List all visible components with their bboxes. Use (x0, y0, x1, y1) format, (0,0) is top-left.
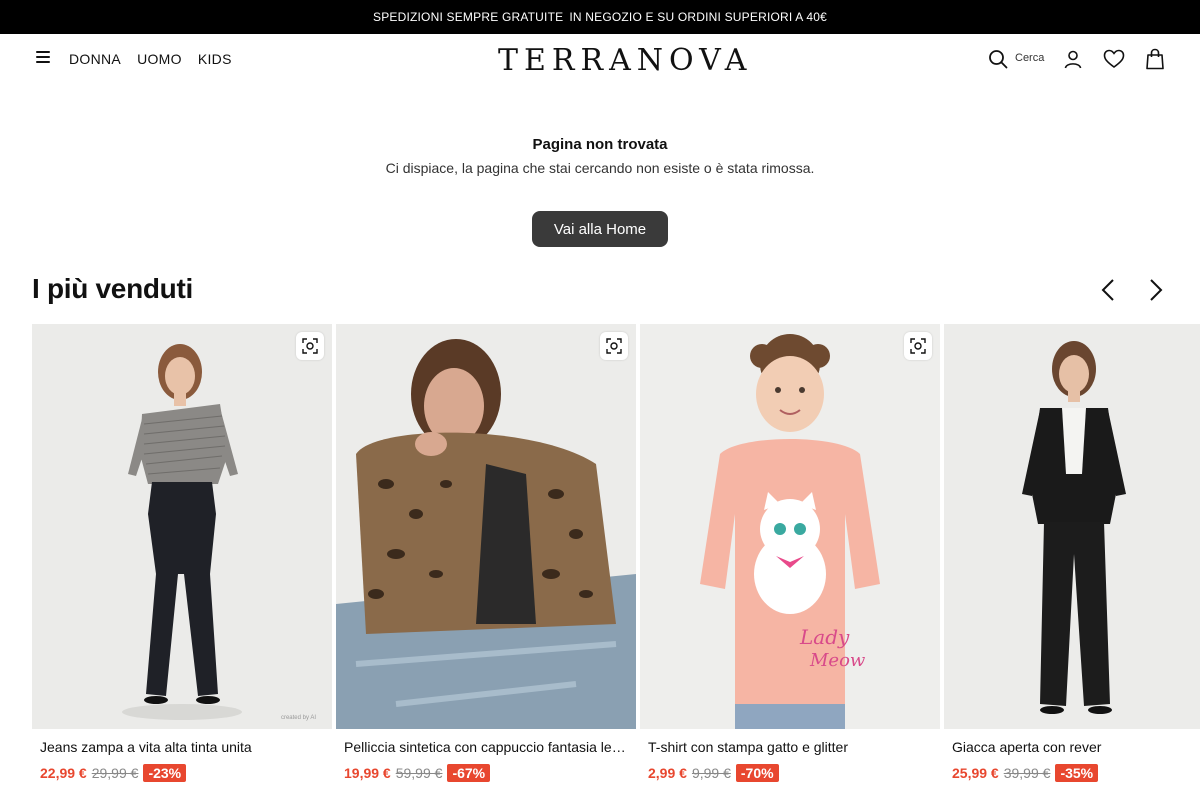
ai-note: created by AI (280, 715, 316, 721)
nav-item-donna[interactable]: DONNA (69, 51, 121, 67)
main-nav: DONNA UOMO KIDS (69, 51, 232, 67)
hamburger-menu-icon[interactable] (36, 51, 50, 65)
product-old-price: 59,99 € (395, 765, 443, 781)
product-price: 2,99 € (648, 765, 687, 781)
bestsellers-title: I più venduti (32, 273, 193, 304)
nav-item-uomo[interactable]: UOMO (137, 51, 182, 67)
discount-badge: -70% (735, 764, 779, 782)
price-row: 25,99 € 39,99 € -35% (952, 764, 1099, 782)
visual-search-icon[interactable] (600, 332, 628, 360)
not-found-message: Pagina non trovata Ci dispiace, la pagin… (0, 136, 1200, 176)
carousel-next-arrow-icon[interactable] (1142, 276, 1170, 304)
product-name[interactable]: Jeans zampa a vita alta tinta unita (40, 739, 324, 755)
product-old-price: 29,99 € (91, 765, 139, 781)
product-price: 25,99 € (952, 765, 999, 781)
account-icon[interactable] (1060, 44, 1086, 74)
product-price: 19,99 € (344, 765, 391, 781)
product-card[interactable]: Giacca aperta con rever 25,99 € 39,99 € … (944, 324, 1200, 800)
not-found-text: Ci dispiace, la pagina che stai cercando… (385, 160, 815, 176)
price-row: 22,99 € 29,99 € -23% (40, 764, 187, 782)
product-card[interactable]: created by AI Jeans zampa a vita alta ti… (32, 324, 332, 800)
discount-badge: -35% (1055, 764, 1099, 782)
product-card[interactable]: Pelliccia sintetica con cappuccio fantas… (336, 324, 636, 800)
site-header: DONNA UOMO KIDS TERRANOVA Cerca (0, 34, 1200, 86)
go-home-button[interactable]: Vai alla Home (532, 211, 668, 247)
brand-logo[interactable]: TERRANOVA (498, 43, 746, 78)
bestsellers-carousel: created by AI Jeans zampa a vita alta ti… (32, 324, 1200, 800)
heart-icon[interactable] (1101, 44, 1127, 74)
search-icon[interactable] (985, 44, 1011, 74)
product-name[interactable]: Giacca aperta con rever (952, 739, 1200, 755)
product-image[interactable] (336, 324, 636, 729)
search-label[interactable]: Cerca (1015, 52, 1044, 64)
product-old-price: 39,99 € (1003, 765, 1051, 781)
product-name[interactable]: T-shirt con stampa gatto e glitter (648, 739, 932, 755)
promo-text-shipping: SPEDIZIONI SEMPRE GRATUITE (372, 10, 564, 24)
svg-text:Lady: Lady (799, 625, 850, 649)
product-name[interactable]: Pelliccia sintetica con cappuccio fantas… (344, 739, 628, 755)
nav-item-kids[interactable]: KIDS (198, 51, 232, 67)
product-price: 22,99 € (40, 765, 87, 781)
discount-badge: -23% (143, 764, 187, 782)
visual-search-icon[interactable] (296, 332, 324, 360)
price-row: 2,99 € 9,99 € -70% (648, 764, 779, 782)
product-image[interactable]: created by AI (32, 324, 332, 729)
promo-bar: SPEDIZIONI SEMPRE GRATUITE IN NEGOZIO E … (0, 0, 1200, 34)
product-card[interactable]: Lady Meow T-shirt con stampa gatto e gli… (640, 324, 940, 800)
bag-icon[interactable] (1142, 44, 1168, 74)
promo-text-conditions: IN NEGOZIO E SU ORDINI SUPERIORI A 40€ (569, 10, 827, 24)
product-image[interactable]: Lady Meow (640, 324, 940, 729)
product-image[interactable] (944, 324, 1200, 729)
price-row: 19,99 € 59,99 € -67% (344, 764, 491, 782)
not-found-title: Pagina non trovata (532, 136, 668, 153)
svg-text:Meow: Meow (809, 650, 866, 671)
product-old-price: 9,99 € (691, 765, 731, 781)
visual-search-icon[interactable] (904, 332, 932, 360)
discount-badge: -67% (447, 764, 491, 782)
carousel-prev-arrow-icon[interactable] (1094, 276, 1122, 304)
